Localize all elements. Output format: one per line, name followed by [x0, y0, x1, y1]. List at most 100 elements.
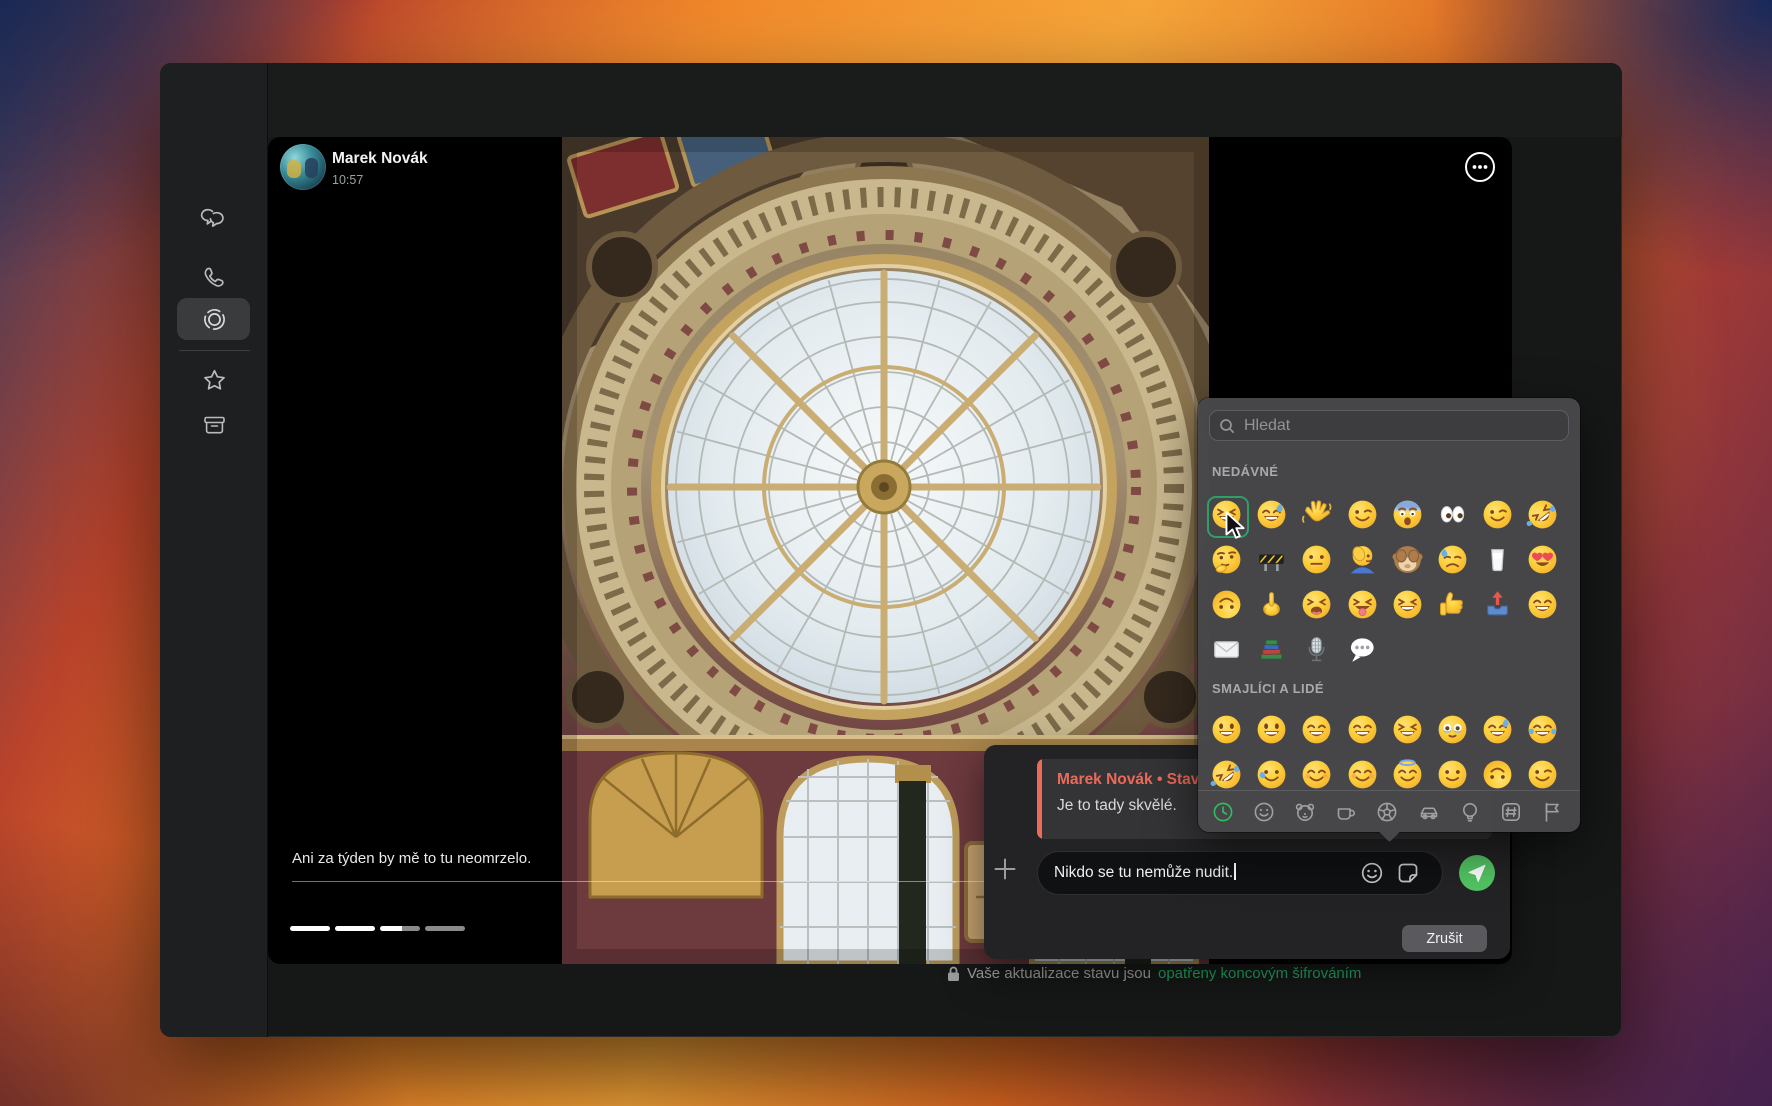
- encryption-note-text: Vaše aktualizace stavu jsou: [967, 965, 1151, 982]
- emoji-waving-hand[interactable]: [1294, 492, 1339, 537]
- emoji-smiling-blush[interactable]: [1340, 752, 1385, 790]
- quote-author: Marek Novák • Stav: [1057, 771, 1199, 789]
- emoji-tears-of-joy[interactable]: [1520, 707, 1565, 752]
- emoji-rofl[interactable]: [1204, 752, 1249, 790]
- emoji-tired[interactable]: [1294, 582, 1339, 627]
- emoji-laughing-squinting[interactable]: [1385, 707, 1430, 752]
- status-author-name: Marek Novák: [332, 150, 428, 168]
- category-recent-icon[interactable]: [1212, 801, 1234, 823]
- star-icon: [201, 367, 228, 394]
- quote-accent-bar: [1037, 759, 1042, 839]
- category-flags-icon[interactable]: [1541, 801, 1563, 823]
- category-smileys-icon[interactable]: [1253, 801, 1275, 823]
- status-author-avatar[interactable]: [280, 144, 326, 190]
- search-icon: [1219, 418, 1235, 434]
- emoji-eyes[interactable]: [1430, 492, 1475, 537]
- lock-icon: [947, 966, 960, 982]
- sidebar-item-chats[interactable]: [160, 196, 268, 240]
- text-caret: [1234, 863, 1236, 880]
- archive-icon: [201, 412, 228, 439]
- emoji-neutral[interactable]: [1294, 537, 1339, 582]
- emoji-heart-eyes[interactable]: [1520, 537, 1565, 582]
- category-symbols-icon[interactable]: [1500, 801, 1522, 823]
- progress-segment[interactable]: [290, 926, 330, 931]
- sidebar-item-starred[interactable]: [160, 358, 268, 402]
- chats-icon: [199, 203, 229, 233]
- sidebar-item-status[interactable]: [160, 297, 268, 341]
- attach-button[interactable]: [993, 857, 1017, 881]
- phone-icon: [201, 265, 227, 291]
- emoji-grinning-smiling-eyes[interactable]: [1520, 582, 1565, 627]
- emoji-winking[interactable]: [1340, 492, 1385, 537]
- emoji-grinning-sweat[interactable]: [1475, 707, 1520, 752]
- mouse-cursor: [1224, 511, 1248, 541]
- emoji-grinning-sweat[interactable]: [1249, 492, 1294, 537]
- encryption-note: Vaše aktualizace stavu jsou opatřeny kon…: [947, 965, 1361, 982]
- sticker-button[interactable]: [1396, 861, 1420, 885]
- reply-input-value: Nikdo se tu nemůže nudit.: [1054, 864, 1233, 881]
- emoji-picker-button[interactable]: [1360, 861, 1384, 885]
- encryption-note-link[interactable]: opatřeny koncovým šifrováním: [1158, 965, 1361, 982]
- category-objects-icon[interactable]: [1459, 801, 1481, 823]
- emoji-slightly-smiling[interactable]: [1430, 752, 1475, 790]
- sidebar-divider: [179, 350, 250, 351]
- emoji-grinning-big-eyes[interactable]: [1249, 707, 1294, 752]
- emoji-winking[interactable]: [1520, 752, 1565, 790]
- emoji-smiling-face[interactable]: [1294, 752, 1339, 790]
- emoji-winking[interactable]: [1475, 492, 1520, 537]
- section-label-recent: NEDÁVNÉ: [1212, 464, 1278, 479]
- sidebar: 3: [160, 63, 268, 1037]
- progress-segment[interactable]: [425, 926, 465, 931]
- emoji-grinning-smiling-eyes[interactable]: [1294, 707, 1339, 752]
- reply-input[interactable]: Nikdo se tu nemůže nudit.: [1038, 852, 1442, 894]
- category-animals-icon[interactable]: [1294, 801, 1316, 823]
- emoji-outbox-tray[interactable]: [1475, 582, 1520, 627]
- emoji-category-bar: [1198, 790, 1580, 832]
- emoji-thinking[interactable]: [1204, 537, 1249, 582]
- cancel-button[interactable]: Zrušit: [1402, 925, 1487, 952]
- emoji-smiling-tear[interactable]: [1249, 752, 1294, 790]
- emoji-scroll-area[interactable]: NEDÁVNÉ SMAJLÍCI A LIDÉ: [1198, 398, 1580, 790]
- emoji-studio-microphone[interactable]: [1294, 627, 1339, 672]
- emoji-laughing-squinting[interactable]: [1385, 582, 1430, 627]
- category-travel-icon[interactable]: [1418, 801, 1440, 823]
- emoji-envelope[interactable]: [1204, 627, 1249, 672]
- emoji-downcast-sweat[interactable]: [1430, 537, 1475, 582]
- emoji-upside-down[interactable]: [1204, 582, 1249, 627]
- emoji-search-field[interactable]: [1209, 410, 1569, 441]
- emoji-man-facepalming[interactable]: [1340, 537, 1385, 582]
- emoji-glass-of-milk[interactable]: [1475, 537, 1520, 582]
- status-icon: [201, 306, 228, 333]
- status-menu-button[interactable]: [1464, 151, 1496, 183]
- content-header: [268, 63, 1622, 137]
- emoji-grid-smileys: [1204, 707, 1566, 790]
- emoji-thumbs-up[interactable]: [1430, 582, 1475, 627]
- sidebar-item-calls[interactable]: [160, 256, 268, 300]
- emoji-grinning[interactable]: [1204, 707, 1249, 752]
- emoji-search-input[interactable]: [1242, 416, 1559, 436]
- desktop: 3: [0, 0, 1772, 1106]
- category-food-icon[interactable]: [1335, 801, 1357, 823]
- emoji-squinting-tongue[interactable]: [1340, 582, 1385, 627]
- status-timestamp: 10:57: [332, 173, 363, 187]
- emoji-fearful[interactable]: [1385, 492, 1430, 537]
- emoji-beaming[interactable]: [1340, 707, 1385, 752]
- emoji-upside-down[interactable]: [1475, 752, 1520, 790]
- send-button[interactable]: [1459, 855, 1495, 891]
- progress-segment[interactable]: [380, 926, 420, 931]
- quote-text: Je to tady skvělé.: [1057, 797, 1177, 815]
- status-caption: Ani za týden by mě to tu neomrzelo.: [292, 850, 531, 867]
- category-activity-icon[interactable]: [1376, 801, 1398, 823]
- emoji-halo[interactable]: [1385, 752, 1430, 790]
- emoji-panel: NEDÁVNÉ SMAJLÍCI A LIDÉ: [1198, 398, 1580, 832]
- emoji-index-pointing-up[interactable]: [1249, 582, 1294, 627]
- emoji-holding-back-tears[interactable]: [1430, 707, 1475, 752]
- emoji-see-no-evil-monkey[interactable]: [1385, 537, 1430, 582]
- progress-segment[interactable]: [335, 926, 375, 931]
- sidebar-item-archived[interactable]: [160, 403, 268, 447]
- emoji-books[interactable]: [1249, 627, 1294, 672]
- emoji-construction[interactable]: [1249, 537, 1294, 582]
- section-label-smileys: SMAJLÍCI A LIDÉ: [1212, 681, 1324, 696]
- emoji-rofl[interactable]: [1520, 492, 1565, 537]
- emoji-speech-balloon[interactable]: [1340, 627, 1385, 672]
